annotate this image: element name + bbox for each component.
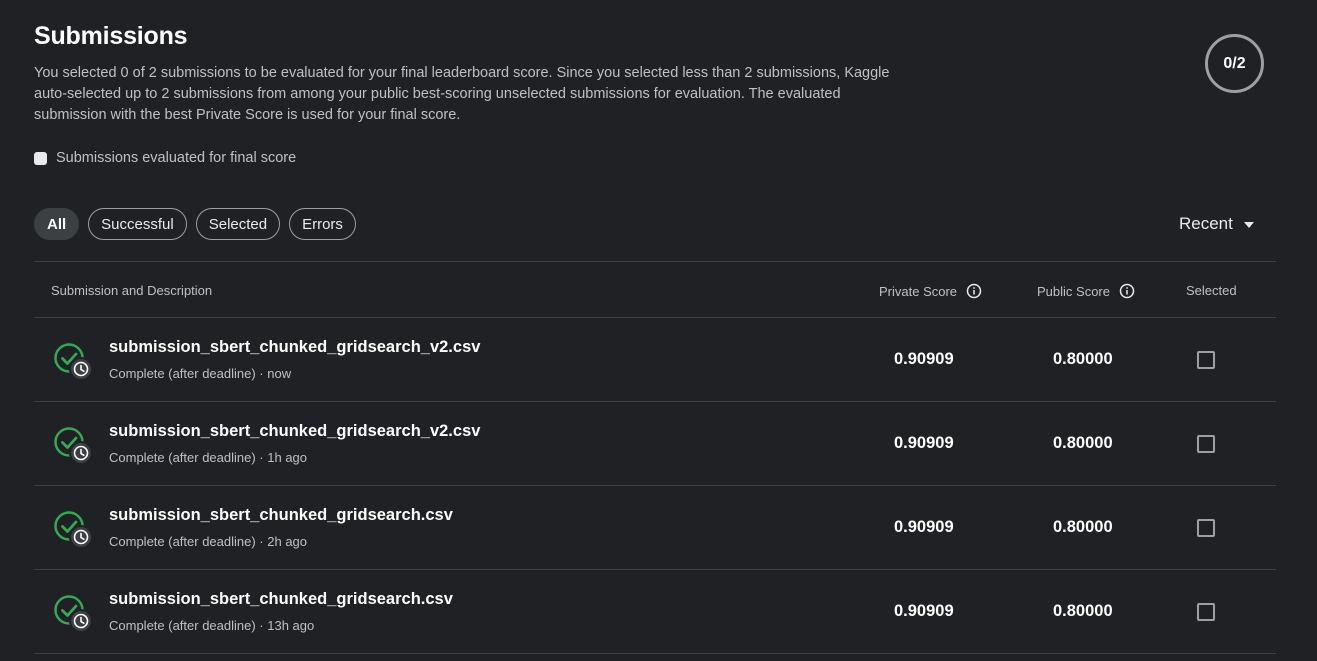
column-header-private-score: Private Score — [879, 283, 982, 299]
submission-filename[interactable]: submission_sbert_chunked_gridsearch.csv — [109, 506, 453, 525]
submission-status: Complete (after deadline) · 13h ago — [109, 618, 315, 633]
column-header-public-score: Public Score — [1037, 283, 1135, 299]
public-score: 0.80000 — [1053, 602, 1113, 620]
public-score: 0.80000 — [1053, 518, 1113, 536]
info-icon[interactable] — [1119, 283, 1135, 299]
private-score: 0.90909 — [894, 434, 954, 452]
check-circle-with-clock-icon — [54, 511, 93, 549]
submission-status: Complete (after deadline) · 1h ago — [109, 450, 308, 465]
private-score: 0.90909 — [894, 350, 954, 368]
final-score-legend: Submissions evaluated for final score — [34, 150, 296, 166]
table-row[interactable]: submission_sbert_chunked_gridsearch.csv … — [34, 570, 1276, 654]
check-circle-with-clock-icon — [54, 595, 93, 633]
legend-swatch — [34, 151, 47, 165]
public-score: 0.80000 — [1053, 434, 1113, 452]
submissions-description: You selected 0 of 2 submissions to be ev… — [34, 65, 890, 123]
page-title: Submissions — [34, 22, 188, 50]
column-header-submission-label: Submission and Description — [51, 283, 213, 298]
submission-status: Complete (after deadline) · now — [109, 366, 292, 381]
filter-chip-all[interactable]: All — [34, 208, 80, 240]
submission-filename[interactable]: submission_sbert_chunked_gridsearch.csv — [109, 590, 453, 609]
column-header-submission: Submission and Description — [51, 283, 212, 298]
private-score: 0.90909 — [894, 602, 954, 620]
legend-label: Submissions evaluated for final score — [56, 150, 297, 166]
selection-counter: 0/2 — [1205, 34, 1264, 93]
submission-status: Complete (after deadline) · 2h ago — [109, 534, 308, 549]
table-row[interactable]: submission_sbert_chunked_gridsearch_v2.c… — [34, 402, 1276, 486]
sort-label: Recent — [1179, 214, 1233, 233]
column-header-selected: Selected — [1186, 283, 1237, 298]
check-circle-with-clock-icon — [54, 343, 93, 381]
select-checkbox[interactable] — [1197, 351, 1215, 369]
column-header-public-score-label: Public Score — [1037, 283, 1110, 299]
table-header: Submission and Description Private Score… — [34, 262, 1276, 318]
column-header-private-score-label: Private Score — [879, 283, 958, 299]
private-score: 0.90909 — [894, 518, 954, 536]
caret-down-icon — [1243, 221, 1254, 228]
select-checkbox[interactable] — [1197, 603, 1215, 621]
public-score: 0.80000 — [1053, 350, 1113, 368]
select-checkbox[interactable] — [1197, 519, 1215, 537]
check-circle-with-clock-icon — [54, 427, 93, 465]
table-row[interactable]: submission_sbert_chunked_gridsearch_v2.c… — [34, 318, 1276, 402]
filter-chip-successful[interactable]: Successful — [88, 208, 187, 240]
select-checkbox[interactable] — [1197, 435, 1215, 453]
submission-filename[interactable]: submission_sbert_chunked_gridsearch_v2.c… — [109, 422, 480, 441]
column-header-selected-label: Selected — [1186, 283, 1237, 298]
submissions-table: Submission and Description Private Score… — [34, 261, 1276, 654]
filter-chip-selected[interactable]: Selected — [195, 208, 281, 240]
filter-chips: All Successful Selected Errors — [34, 208, 356, 240]
table-row[interactable]: submission_sbert_chunked_gridsearch.csv … — [34, 486, 1276, 570]
filter-chip-errors[interactable]: Errors — [289, 208, 356, 240]
info-icon[interactable] — [966, 283, 982, 299]
submissions-page: Submissions You selected 0 of 2 submissi… — [0, 0, 1317, 661]
submission-filename[interactable]: submission_sbert_chunked_gridsearch_v2.c… — [109, 338, 480, 357]
sort-dropdown[interactable]: Recent — [1179, 214, 1254, 234]
